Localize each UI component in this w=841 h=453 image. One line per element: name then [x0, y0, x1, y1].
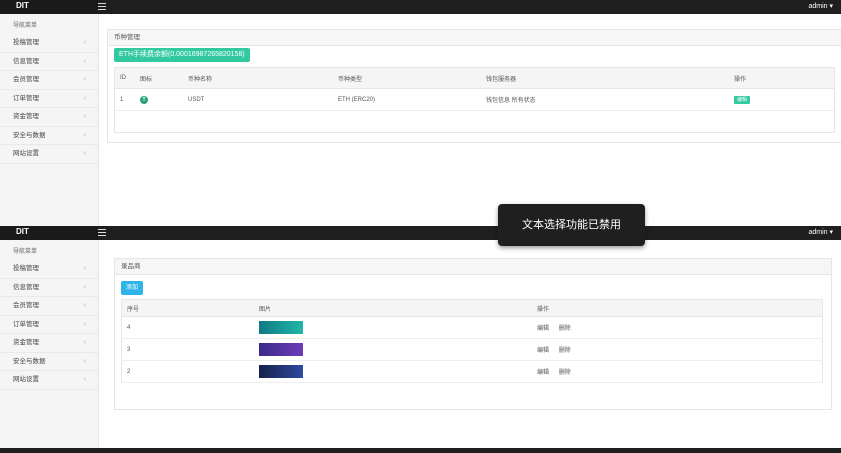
edit-link[interactable]: 编辑 — [537, 370, 549, 376]
sidebar-item-label: 投稿管理 — [13, 265, 39, 272]
toast-notification: 文本选择功能已禁用 — [498, 204, 645, 246]
sidebar-item-funds[interactable]: 资金管理 ‹ — [0, 108, 98, 127]
coin-table: ID 图标 币种名称 币种类型 钱包服务器 操作 1 T USDT ETH (E… — [115, 68, 834, 111]
sidebar-item-label: 网站设置 — [13, 150, 39, 157]
chevron-left-icon: ‹ — [83, 39, 86, 46]
banner-image — [259, 321, 303, 334]
chevron-left-icon: ‹ — [83, 113, 86, 120]
wallet-server: 钱包信息 所有状态 — [481, 88, 729, 111]
sidebar-item-settings[interactable]: 网站设置 ‹ — [0, 371, 98, 390]
chevron-left-icon: ‹ — [83, 57, 86, 65]
sidebar-item-label: 资金管理 — [13, 113, 39, 120]
bottom-bar — [0, 448, 841, 453]
banner-index: 2 — [121, 360, 254, 383]
banner-index: 3 — [121, 338, 254, 361]
banner-image — [259, 343, 303, 356]
column-header: 币种类型 — [333, 68, 481, 89]
tether-icon: T — [140, 95, 148, 104]
sidebar-item-submissions[interactable]: 投稿管理 ‹ — [0, 260, 98, 279]
column-header: 操作 — [729, 68, 834, 89]
menu-toggle-icon[interactable] — [98, 229, 106, 236]
sidebar-item-label: 会员管理 — [13, 76, 39, 83]
chevron-left-icon: ‹ — [83, 131, 86, 139]
column-header: 操作 — [532, 299, 823, 317]
chevron-left-icon: ‹ — [83, 283, 86, 291]
chevron-left-icon: ‹ — [83, 320, 86, 328]
table-row: 2 编辑 删除 — [121, 360, 823, 383]
top-navbar-secondary: DIT admin ▾ — [0, 226, 841, 240]
column-header: 钱包服务器 — [481, 68, 729, 89]
sidebar-item-label: 安全与数据 — [13, 357, 46, 365]
sidebar-item-label: 投稿管理 — [13, 39, 39, 46]
sidebar-item-members[interactable]: 会员管理 ‹ — [0, 71, 98, 90]
app-logo: DIT — [0, 226, 98, 240]
sidebar-item-security[interactable]: 安全与数据 ‹ — [0, 127, 98, 145]
banner-panel: 录品商 添加 序号 图片 操作 4 编辑 删除 3 编辑 删除 2 编辑 删除 — [114, 258, 832, 410]
edit-button[interactable]: 编辑 — [734, 95, 751, 104]
sidebar: 导航菜单 投稿管理 ‹ 信息管理 ‹ 会员管理 ‹ 订单管理 ‹ 资金管理 ‹ 安全与数据… — [0, 14, 99, 226]
coin-name: USDT — [183, 88, 333, 111]
sidebar-item-label: 信息管理 — [13, 283, 39, 291]
sidebar-item-members[interactable]: 会员管理 ‹ — [0, 297, 98, 316]
app-logo: DIT — [0, 0, 98, 14]
sidebar-item-label: 资金管理 — [13, 339, 39, 346]
coin-table-wrapper: ID 图标 币种名称 币种类型 钱包服务器 操作 1 T USDT ETH (E… — [114, 67, 835, 133]
sidebar-item-settings[interactable]: 网站设置 ‹ — [0, 145, 98, 164]
eth-fee-balance-button[interactable]: ETH手续费余额(0.00016987265820158) — [114, 48, 250, 62]
edit-link[interactable]: 编辑 — [537, 348, 549, 354]
column-header: 币种名称 — [183, 68, 333, 89]
nav-title: 导航菜单 — [13, 23, 38, 29]
sidebar-item-security[interactable]: 安全与数据 ‹ — [0, 353, 98, 371]
add-button[interactable]: 添加 — [121, 281, 144, 295]
sidebar-item-label: 订单管理 — [13, 320, 39, 328]
sidebar-item-label: 安全与数据 — [13, 131, 46, 139]
user-menu[interactable]: admin ▾ — [808, 228, 833, 236]
chevron-left-icon: ‹ — [83, 265, 86, 272]
menu-toggle-icon[interactable] — [98, 3, 106, 10]
sidebar-item-label: 订单管理 — [13, 94, 39, 102]
chevron-left-icon: ‹ — [83, 150, 86, 157]
edit-link[interactable]: 编辑 — [537, 326, 549, 332]
column-header: 图片 — [254, 299, 532, 317]
sidebar-item-info[interactable]: 信息管理 ‹ — [0, 53, 98, 71]
top-navbar: DIT admin ▾ — [0, 0, 841, 14]
panel-title: 录品商 — [115, 259, 831, 275]
user-menu[interactable]: admin ▾ — [808, 2, 833, 10]
chevron-left-icon: ‹ — [83, 302, 86, 309]
chevron-left-icon: ‹ — [83, 376, 86, 383]
sidebar-item-label: 信息管理 — [13, 57, 39, 65]
table-row: 3 编辑 删除 — [121, 338, 823, 361]
delete-link[interactable]: 删除 — [559, 370, 571, 376]
sidebar-item-label: 网站设置 — [13, 376, 39, 383]
column-header: 序号 — [121, 299, 254, 317]
sidebar-item-label: 会员管理 — [13, 302, 39, 309]
chevron-left-icon: ‹ — [83, 357, 86, 365]
banner-index: 4 — [121, 316, 254, 339]
chevron-left-icon: ‹ — [83, 339, 86, 346]
delete-link[interactable]: 删除 — [559, 326, 571, 332]
banner-image — [259, 365, 303, 378]
table-row: 4 编辑 删除 — [121, 316, 823, 339]
sidebar-item-info[interactable]: 信息管理 ‹ — [0, 279, 98, 297]
panel-title: 币种管理 — [108, 30, 841, 46]
chevron-left-icon: ‹ — [83, 76, 86, 83]
column-header: ID — [115, 68, 135, 89]
coin-id: 1 — [115, 88, 135, 111]
chevron-left-icon: ‹ — [83, 94, 86, 102]
sidebar-secondary: 导航菜单 投稿管理 ‹ 信息管理 ‹ 会员管理 ‹ 订单管理 ‹ 资金管理 ‹ 安全与数据… — [0, 240, 99, 448]
banner-table: 序号 图片 操作 4 编辑 删除 3 编辑 删除 2 编辑 删除 — [121, 299, 823, 383]
sidebar-item-orders[interactable]: 订单管理 ‹ — [0, 90, 98, 108]
coin-panel: 币种管理 ETH手续费余额(0.00016987265820158) ID 图标… — [107, 29, 841, 143]
sidebar-item-orders[interactable]: 订单管理 ‹ — [0, 316, 98, 334]
table-row: 1 T USDT ETH (ERC20) 钱包信息 所有状态 编辑 — [115, 88, 834, 111]
column-header: 图标 — [135, 68, 183, 89]
sidebar-item-submissions[interactable]: 投稿管理 ‹ — [0, 34, 98, 53]
sidebar-item-funds[interactable]: 资金管理 ‹ — [0, 334, 98, 353]
coin-type: ETH (ERC20) — [333, 88, 481, 111]
delete-link[interactable]: 删除 — [559, 348, 571, 354]
nav-title: 导航菜单 — [13, 249, 38, 255]
